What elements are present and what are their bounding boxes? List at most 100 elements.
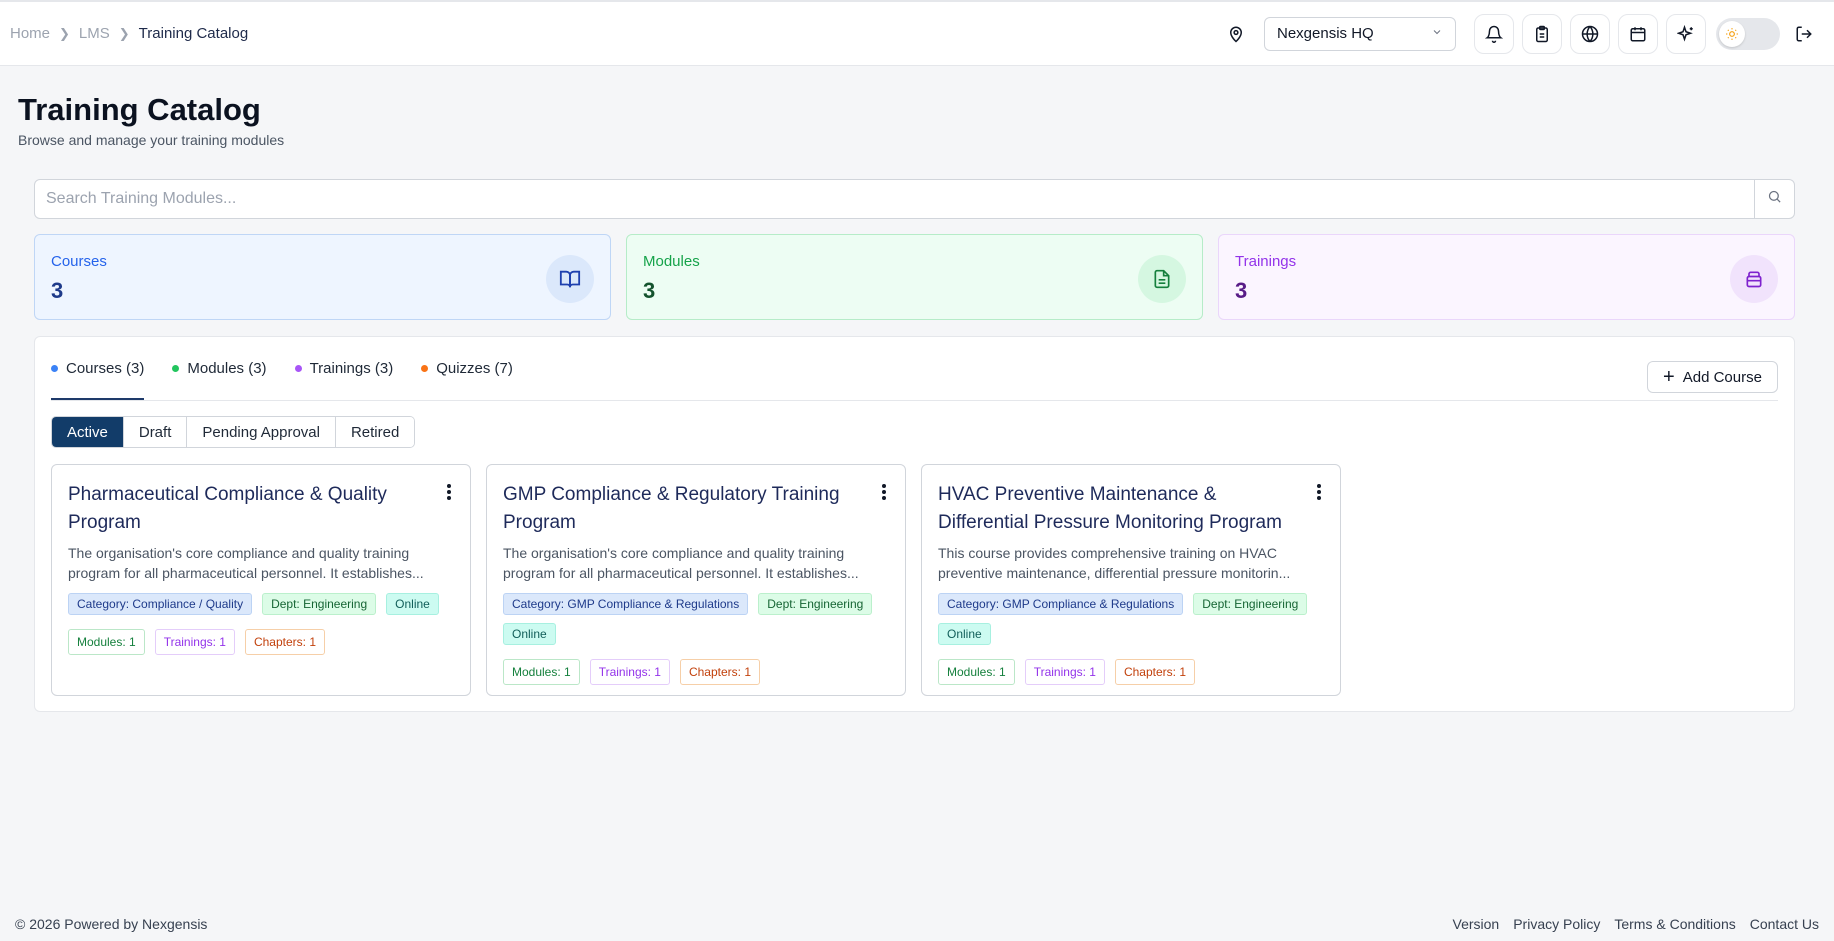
category-tag: Category: Compliance / Quality xyxy=(68,593,253,615)
trainings-count: Trainings: 1 xyxy=(589,659,670,685)
breadcrumb-home[interactable]: Home xyxy=(10,25,50,42)
trainings-count: Trainings: 1 xyxy=(154,629,235,655)
search-icon xyxy=(1767,189,1782,209)
footer-link-contact[interactable]: Contact Us xyxy=(1750,916,1819,932)
course-card[interactable]: HVAC Preventive Maintenance & Differenti… xyxy=(921,464,1341,696)
category-tag: Category: GMP Compliance & Regulations xyxy=(503,593,749,615)
course-tags: Category: Compliance / Quality Dept: Eng… xyxy=(68,593,454,615)
department-tag: Dept: Engineering xyxy=(262,593,377,615)
course-description: This course provides comprehensive train… xyxy=(938,545,1291,581)
sun-icon xyxy=(1719,20,1745,47)
calendar-icon[interactable] xyxy=(1618,13,1658,54)
breadcrumb-current: Training Catalog xyxy=(138,25,249,42)
department-tag: Dept: Engineering xyxy=(758,593,873,615)
chapters-count: Chapters: 1 xyxy=(679,659,760,685)
sparkles-icon[interactable] xyxy=(1666,13,1706,54)
chapters-count: Chapters: 1 xyxy=(1114,659,1195,685)
course-tags: Category: GMP Compliance & Regulations D… xyxy=(503,593,889,645)
location-select[interactable]: Nexgensis HQ xyxy=(1264,16,1456,51)
status-filter-group: Active Draft Pending Approval Retired xyxy=(51,416,416,448)
filter-retired[interactable]: Retired xyxy=(335,417,415,447)
mode-tag: Online xyxy=(503,623,556,645)
chapters-count: Chapters: 1 xyxy=(244,629,325,655)
logout-icon[interactable] xyxy=(1784,14,1824,54)
bell-icon[interactable] xyxy=(1474,13,1514,54)
theme-toggle[interactable] xyxy=(1716,17,1780,50)
breadcrumb: Home ❯ LMS ❯ Training Catalog xyxy=(10,25,248,42)
clipboard-icon[interactable] xyxy=(1522,13,1562,54)
tab-bar: Courses (3) Modules (3) Trainings (3) Qu… xyxy=(51,337,541,400)
course-card[interactable]: Pharmaceutical Compliance & Quality Prog… xyxy=(51,464,471,696)
catalog-panel: Courses (3) Modules (3) Trainings (3) Qu… xyxy=(34,336,1795,712)
stat-value: 3 xyxy=(643,278,656,303)
stat-label: Modules xyxy=(643,253,700,270)
stat-card-modules: Modules 3 xyxy=(626,234,1203,320)
page-subtitle: Browse and manage your training modules xyxy=(18,132,285,148)
plus-icon: + xyxy=(1663,366,1675,388)
tab-dot xyxy=(51,365,58,372)
tab-quizzes[interactable]: Quizzes (7) xyxy=(421,337,513,400)
more-vertical-icon[interactable] xyxy=(881,483,887,506)
stat-label: Trainings xyxy=(1235,253,1297,270)
search-input[interactable] xyxy=(35,180,1754,218)
tab-dot xyxy=(172,365,180,372)
stat-value: 3 xyxy=(1235,278,1248,303)
footer-link-privacy[interactable]: Privacy Policy xyxy=(1513,916,1600,932)
stat-value: 3 xyxy=(51,278,64,303)
tab-label: Courses (3) xyxy=(66,360,145,377)
more-vertical-icon[interactable] xyxy=(1316,483,1322,506)
course-title[interactable]: Pharmaceutical Compliance & Quality Prog… xyxy=(68,481,428,537)
stat-card-courses: Courses 3 xyxy=(34,234,611,320)
mode-tag: Online xyxy=(386,593,439,615)
stat-card-trainings: Trainings 3 xyxy=(1218,234,1795,320)
course-card[interactable]: GMP Compliance & Regulatory Training Pro… xyxy=(486,464,906,696)
course-title[interactable]: HVAC Preventive Maintenance & Differenti… xyxy=(938,481,1298,537)
tab-label: Quizzes (7) xyxy=(436,360,513,377)
book-open-icon xyxy=(546,255,594,303)
filter-pending-approval[interactable]: Pending Approval xyxy=(187,417,336,447)
globe-icon[interactable] xyxy=(1570,13,1610,54)
tab-modules[interactable]: Modules (3) xyxy=(172,337,267,400)
filter-draft[interactable]: Draft xyxy=(123,417,188,447)
page-title: Training Catalog xyxy=(18,92,261,127)
stat-label: Courses xyxy=(51,253,107,270)
more-vertical-icon[interactable] xyxy=(446,483,452,506)
course-description: The organisation's core compliance and q… xyxy=(503,545,859,581)
tab-label: Trainings (3) xyxy=(309,360,394,377)
archive-icon xyxy=(1730,255,1778,303)
map-pin-icon xyxy=(1216,14,1256,54)
course-title[interactable]: GMP Compliance & Regulatory Training Pro… xyxy=(503,481,863,537)
add-course-button[interactable]: + Add Course xyxy=(1647,361,1778,393)
footer: © 2026 Powered by Nexgensis Version Priv… xyxy=(0,912,1834,936)
footer-copyright: © 2026 Powered by Nexgensis xyxy=(15,916,208,932)
footer-link-terms[interactable]: Terms & Conditions xyxy=(1614,916,1735,932)
course-tags: Category: GMP Compliance & Regulations D… xyxy=(938,593,1324,645)
course-description: The organisation's core compliance and q… xyxy=(68,545,424,581)
tab-courses[interactable]: Courses (3) xyxy=(51,337,145,400)
tab-label: Modules (3) xyxy=(187,360,267,377)
category-tag: Category: GMP Compliance & Regulations xyxy=(938,593,1184,615)
footer-links: Version Privacy Policy Terms & Condition… xyxy=(1453,916,1819,932)
tab-trainings[interactable]: Trainings (3) xyxy=(294,337,394,400)
modules-count: Modules: 1 xyxy=(938,659,1015,685)
course-counts: Modules: 1 Trainings: 1 Chapters: 1 xyxy=(68,629,454,655)
chevron-right-icon: ❯ xyxy=(59,25,70,41)
course-counts: Modules: 1 Trainings: 1 Chapters: 1 xyxy=(938,659,1324,685)
modules-count: Modules: 1 xyxy=(68,629,145,655)
top-header: Home ❯ LMS ❯ Training Catalog Nexgensis … xyxy=(0,0,1834,66)
location-select-value: Nexgensis HQ xyxy=(1277,25,1374,42)
trainings-count: Trainings: 1 xyxy=(1024,659,1105,685)
chevron-right-icon: ❯ xyxy=(118,25,130,41)
mode-tag: Online xyxy=(938,623,991,645)
add-course-label: Add Course xyxy=(1682,368,1762,386)
tabs-divider xyxy=(51,400,1778,401)
department-tag: Dept: Engineering xyxy=(1193,593,1308,615)
chevron-down-icon xyxy=(1431,25,1443,42)
tab-dot xyxy=(294,365,302,372)
breadcrumb-lms[interactable]: LMS xyxy=(79,25,110,42)
search-button[interactable] xyxy=(1754,180,1794,218)
tab-dot xyxy=(421,365,429,372)
footer-link-version[interactable]: Version xyxy=(1453,916,1500,932)
filter-active[interactable]: Active xyxy=(52,417,124,447)
file-text-icon xyxy=(1138,255,1186,303)
